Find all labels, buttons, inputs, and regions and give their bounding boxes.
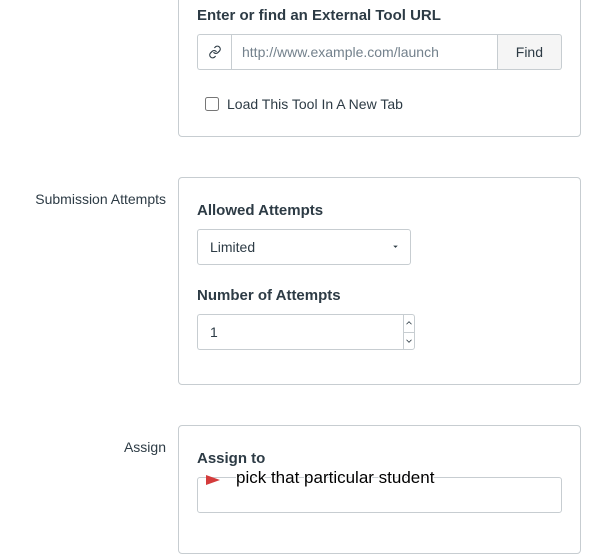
attempts-decrement-button[interactable] — [403, 332, 415, 351]
submission-attempts-panel: Allowed Attempts Limited Number of Attem… — [178, 177, 581, 385]
find-button[interactable]: Find — [498, 34, 562, 70]
new-tab-checkbox[interactable] — [205, 97, 219, 111]
assign-to-label: Assign to — [197, 450, 562, 467]
assign-panel: Assign to — [178, 425, 581, 554]
external-tool-panel: External Tool Options Enter or find an E… — [178, 0, 581, 137]
external-tool-url-input[interactable] — [231, 34, 498, 70]
number-attempts-label: Number of Attempts — [197, 287, 562, 304]
assign-row-label: Assign — [0, 425, 178, 455]
attempts-increment-button[interactable] — [403, 314, 415, 332]
allowed-attempts-label: Allowed Attempts — [197, 202, 562, 219]
submission-attempts-row-label: Submission Attempts — [0, 177, 178, 207]
assign-to-input[interactable] — [197, 477, 562, 513]
chevron-down-icon — [404, 336, 414, 346]
chevron-up-icon — [404, 318, 414, 328]
new-tab-label: Load This Tool In A New Tab — [227, 96, 403, 112]
link-icon — [197, 34, 231, 70]
allowed-attempts-select[interactable]: Limited — [197, 229, 411, 265]
external-tool-url-label: Enter or find an External Tool URL — [197, 7, 562, 24]
number-attempts-input[interactable] — [197, 314, 403, 350]
